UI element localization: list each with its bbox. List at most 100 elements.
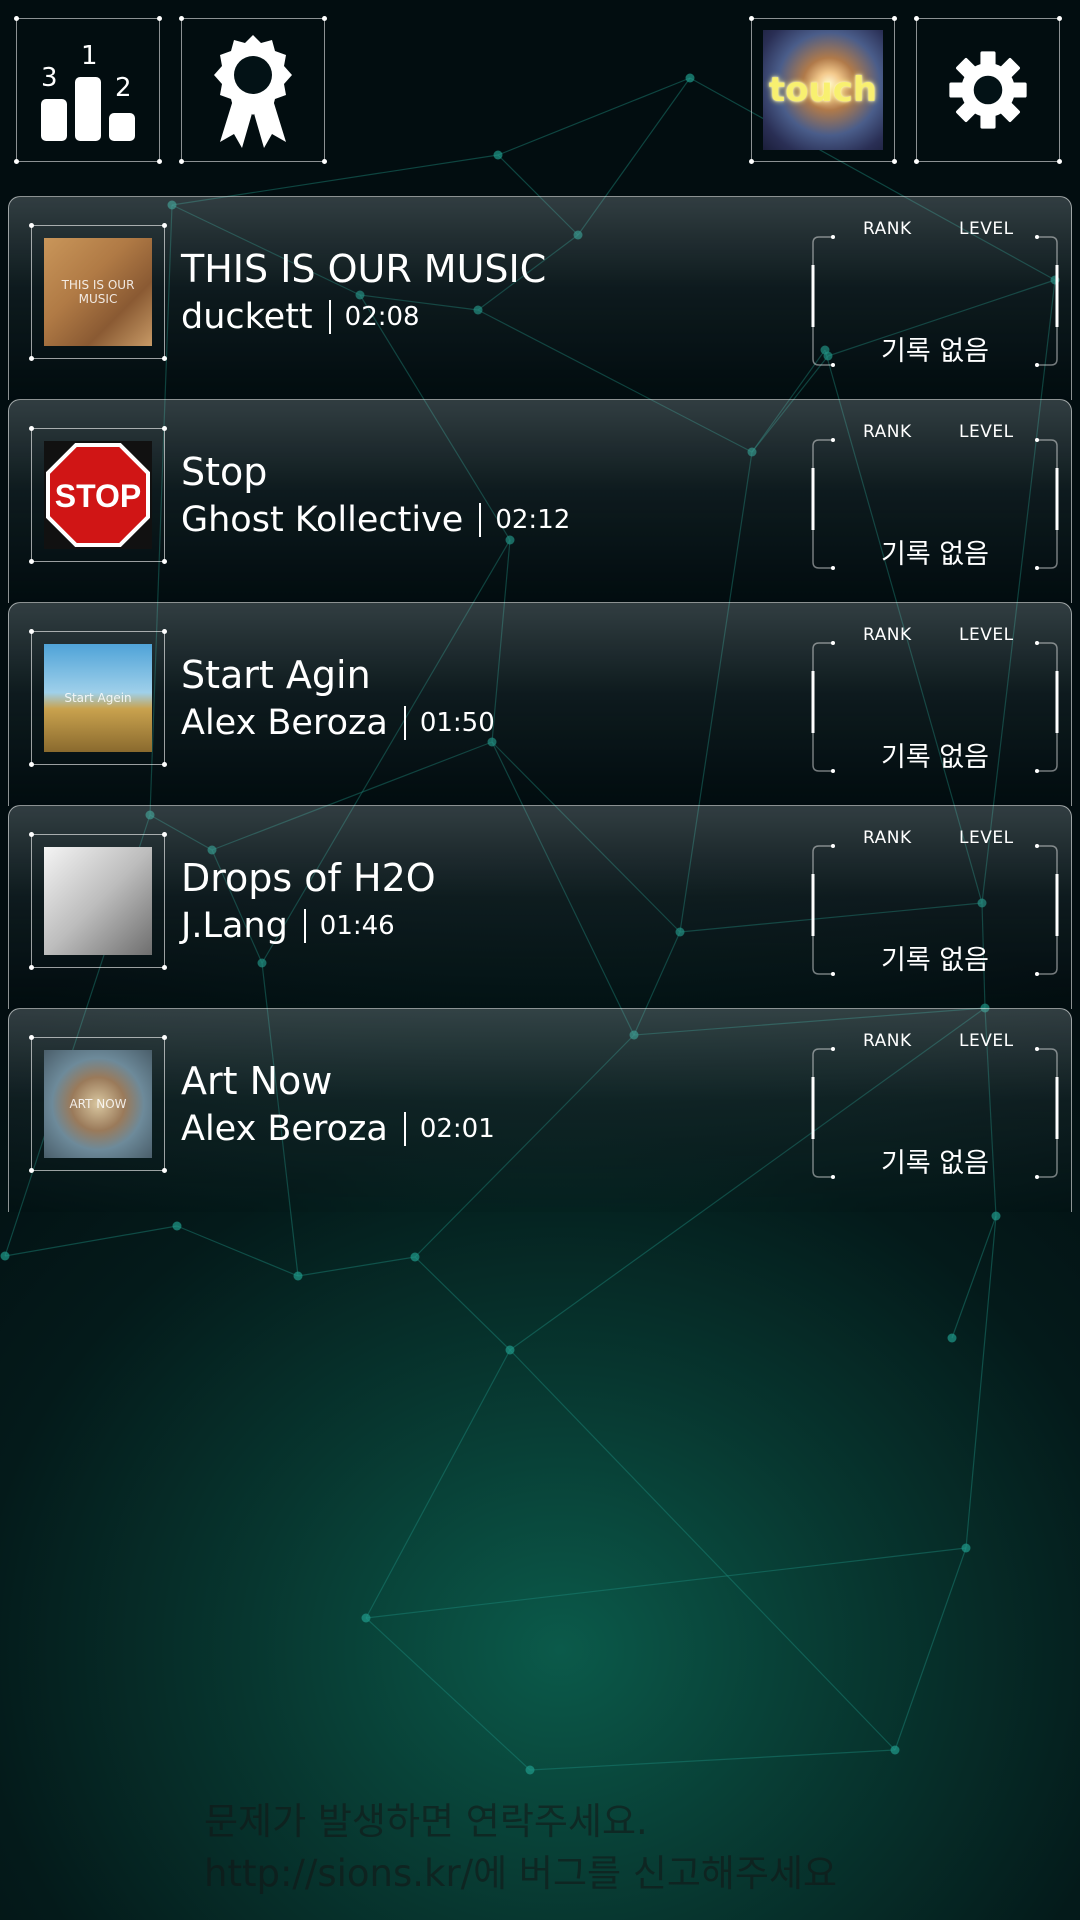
- network-node: [293, 1271, 303, 1281]
- gear-icon: [949, 51, 1027, 129]
- network-line: [365, 1617, 531, 1771]
- meta-divider: [303, 909, 306, 943]
- network-node: [991, 1211, 1001, 1221]
- album-art: ART NOW: [44, 1050, 152, 1158]
- network-line: [176, 1225, 299, 1277]
- song-title: THIS IS OUR MUSIC: [181, 247, 547, 291]
- rank-level-box: RANK LEVEL 기록 없음: [811, 828, 1059, 978]
- network-node: [493, 150, 503, 160]
- network-node: [172, 1221, 182, 1231]
- ranking-button[interactable]: 3 1 2: [14, 16, 162, 164]
- network-node: [525, 1765, 535, 1775]
- album-art: THIS IS OUR MUSIC: [44, 238, 152, 346]
- footer-line-1: 문제가 발생하면 연락주세요.: [204, 1800, 648, 1843]
- award-ribbon-icon: [214, 35, 292, 148]
- podium-icon: 3 1 2: [17, 19, 161, 163]
- rank-label: RANK: [863, 828, 912, 848]
- rank-label: RANK: [863, 422, 912, 442]
- song-item[interactable]: Drops of H2O J.Lang 01:46 RANK LEVEL 기록 없음: [8, 805, 1072, 1009]
- song-duration: 01:50: [419, 708, 495, 738]
- rank-label: RANK: [863, 219, 912, 239]
- network-line: [365, 1547, 967, 1619]
- album-art-text: ART NOW: [69, 1097, 127, 1111]
- record-status: 기록 없음: [881, 1148, 989, 1179]
- network-node: [961, 1543, 971, 1553]
- network-node: [361, 1613, 371, 1623]
- level-label: LEVEL: [959, 828, 1014, 848]
- song-meta: duckett 02:08: [181, 297, 420, 337]
- record-status: 기록 없음: [881, 742, 989, 773]
- song-duration: 02:01: [419, 1114, 495, 1144]
- podium-first-digit: 1: [81, 41, 98, 71]
- rank-label: RANK: [863, 1031, 912, 1051]
- album-art-frame: [29, 832, 167, 970]
- album-art: [44, 847, 152, 955]
- album-art-frame: ART NOW: [29, 1035, 167, 1173]
- rank-label: RANK: [863, 625, 912, 645]
- song-artist: Alex Beroza: [181, 1109, 388, 1149]
- level-label: LEVEL: [959, 422, 1014, 442]
- song-meta: Alex Beroza 02:01: [181, 1109, 495, 1149]
- network-line: [509, 1349, 896, 1751]
- meta-divider: [328, 300, 331, 334]
- song-item[interactable]: STOP Stop Ghost Kollective 02:12 RANK LEVEL 기록…: [8, 399, 1072, 603]
- song-title: Stop: [181, 450, 268, 494]
- song-title: Start Agin: [181, 653, 371, 697]
- network-line: [965, 1215, 997, 1549]
- song-item[interactable]: ART NOW Art Now Alex Beroza 02:01 RANK LEVEL 기…: [8, 1008, 1072, 1212]
- meta-divider: [403, 706, 406, 740]
- network-line: [365, 1349, 511, 1619]
- song-meta: Ghost Kollective 02:12: [181, 500, 570, 540]
- album-art-text: THIS IS OUR MUSIC: [61, 278, 135, 306]
- network-line: [297, 1256, 416, 1277]
- album-art: Start Agein: [44, 644, 152, 752]
- song-duration: 02:12: [495, 505, 571, 535]
- album-art-frame: Start Agein: [29, 629, 167, 767]
- song-item[interactable]: Start Agein Start Agin Alex Beroza 01:50 RAN…: [8, 602, 1072, 806]
- album-art: STOP: [44, 441, 152, 549]
- network-line: [497, 77, 691, 156]
- record-status: 기록 없음: [881, 539, 989, 570]
- song-title: Drops of H2O: [181, 856, 436, 900]
- song-artist: duckett: [181, 297, 313, 337]
- network-line: [529, 1749, 896, 1771]
- network-node: [947, 1333, 957, 1343]
- rank-level-box: RANK LEVEL 기록 없음: [811, 219, 1059, 369]
- rank-level-box: RANK LEVEL 기록 없음: [811, 625, 1059, 775]
- rank-level-box: RANK LEVEL 기록 없음: [811, 422, 1059, 572]
- network-line: [894, 1547, 967, 1751]
- level-label: LEVEL: [959, 1031, 1014, 1051]
- song-duration: 02:08: [344, 302, 420, 332]
- touch-mode-button[interactable]: touch: [749, 16, 897, 164]
- record-status: 기록 없음: [881, 945, 989, 976]
- bug-report-notice: 문제가 발생하면 연락주세요. http://sions.kr/에 버그를 신고…: [204, 1796, 837, 1900]
- level-label: LEVEL: [959, 219, 1014, 239]
- settings-button[interactable]: [914, 16, 1062, 164]
- album-art-text: Start Agein: [64, 691, 132, 705]
- galaxy-thumbnail: touch: [763, 30, 883, 150]
- network-node: [505, 1345, 515, 1355]
- song-artist: J.Lang: [181, 906, 288, 946]
- network-node: [890, 1745, 900, 1755]
- network-node: [685, 73, 695, 83]
- song-title: Art Now: [181, 1059, 333, 1103]
- network-line: [4, 1225, 178, 1257]
- touch-label: touch: [768, 70, 878, 110]
- level-label: LEVEL: [959, 625, 1014, 645]
- meta-divider: [479, 503, 482, 537]
- song-duration: 01:46: [319, 911, 395, 941]
- song-meta: J.Lang 01:46: [181, 906, 395, 946]
- song-item[interactable]: THIS IS OUR MUSIC THIS IS OUR MUSIC ducket…: [8, 196, 1072, 400]
- network-line: [951, 1215, 997, 1339]
- network-node: [410, 1252, 420, 1262]
- album-art-frame: STOP: [29, 426, 167, 564]
- achievement-button[interactable]: [179, 16, 327, 164]
- record-status: 기록 없음: [881, 336, 989, 367]
- album-art-text: STOP: [55, 478, 142, 514]
- podium-third-digit: 3: [41, 63, 58, 93]
- song-artist: Ghost Kollective: [181, 500, 464, 540]
- song-meta: Alex Beroza 01:50: [181, 703, 495, 743]
- podium-second-digit: 2: [115, 73, 132, 103]
- meta-divider: [403, 1112, 406, 1146]
- footer-line-2: http://sions.kr/에 버그를 신고해주세요: [204, 1852, 838, 1895]
